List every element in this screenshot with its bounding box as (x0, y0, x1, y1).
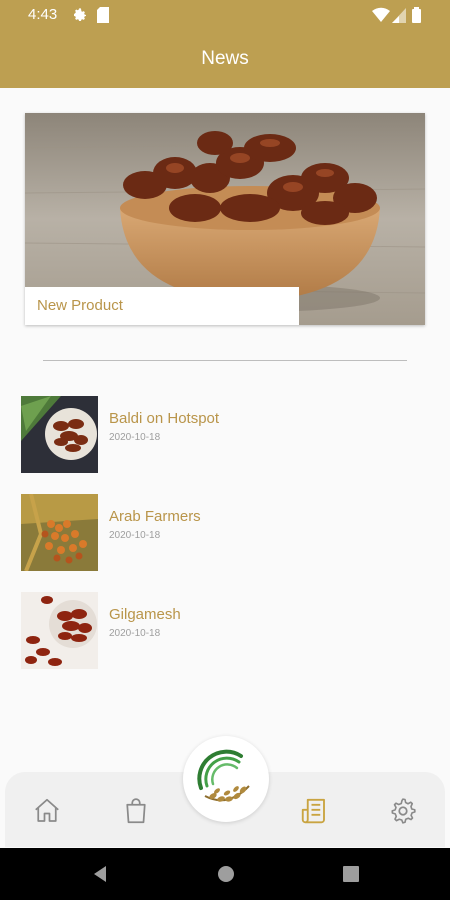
system-nav-bar (0, 848, 450, 900)
news-thumbnail (21, 494, 98, 571)
news-thumbnail (21, 396, 98, 473)
nav-settings-button[interactable] (388, 796, 418, 826)
news-date: 2020-10-18 (109, 432, 161, 443)
nav-news-button[interactable] (299, 796, 329, 826)
news-date: 2020-10-18 (109, 628, 161, 639)
center-logo-button[interactable] (183, 736, 269, 822)
news-title: Baldi on Hotspot (109, 410, 220, 427)
news-list-item[interactable]: Gilgamesh 2020-10-18 (21, 592, 421, 670)
page-title: News (201, 48, 249, 69)
news-list-item[interactable]: Baldi on Hotspot 2020-10-18 (21, 396, 421, 474)
news-date: 2020-10-18 (109, 530, 161, 541)
logo-icon (183, 749, 269, 826)
home-system-icon[interactable] (216, 864, 236, 889)
shopping-bag-icon (121, 798, 151, 830)
featured-caption: New Product (25, 287, 299, 325)
news-title: Arab Farmers (109, 508, 201, 525)
sd-card-icon (97, 7, 109, 28)
news-title: Gilgamesh (109, 606, 181, 623)
news-icon (299, 798, 329, 830)
news-list-item[interactable]: Arab Farmers 2020-10-18 (21, 494, 421, 572)
featured-news-card[interactable]: New Product (25, 113, 425, 325)
app-bar: News (0, 30, 450, 88)
nav-home-button[interactable] (32, 796, 62, 826)
battery-icon (412, 7, 421, 28)
back-icon[interactable] (90, 864, 110, 889)
nav-shop-button[interactable] (121, 796, 151, 826)
settings-status-icon (72, 7, 88, 28)
status-time: 4:43 (28, 6, 58, 23)
featured-caption-text: New Product (37, 297, 123, 314)
news-thumbnail (21, 592, 98, 669)
settings-icon (388, 798, 418, 830)
signal-icon (392, 7, 406, 28)
status-bar: 4:43 (0, 0, 450, 30)
recents-icon[interactable] (342, 864, 360, 889)
divider (43, 360, 407, 361)
wifi-icon (372, 7, 390, 28)
home-icon (32, 798, 62, 830)
